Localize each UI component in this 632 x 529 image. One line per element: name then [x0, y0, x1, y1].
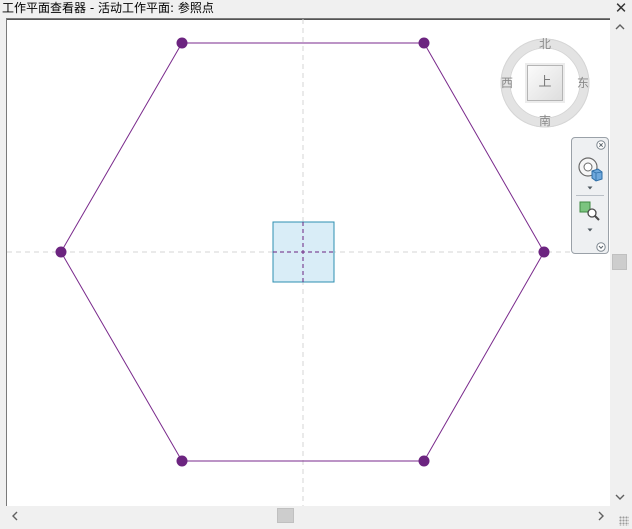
hexagon-vertex-left[interactable] [55, 246, 67, 258]
view-cube-top-face[interactable]: 上 [527, 65, 563, 101]
hexagon-vertex-top-right[interactable] [418, 37, 430, 49]
nav-bar-separator [576, 195, 604, 196]
reference-point-plane[interactable] [272, 221, 335, 283]
compass-west-label[interactable]: 西 [500, 77, 514, 90]
horizontal-scroll-thumb[interactable] [277, 508, 294, 523]
compass-east-label[interactable]: 东 [576, 77, 590, 90]
compass-south-label[interactable]: 南 [538, 115, 552, 128]
hexagon-vertex-bottom-left[interactable] [176, 455, 188, 467]
hexagon-vertex-bottom-right[interactable] [418, 455, 430, 467]
window-title: 工作平面查看器 - 活动工作平面: 参照点 [2, 1, 214, 15]
resize-grip-icon[interactable] [619, 516, 629, 526]
navigation-bar [571, 137, 609, 254]
compass-north-label[interactable]: 北 [538, 38, 552, 51]
scroll-left-arrow-icon[interactable] [6, 506, 24, 526]
title-bar: 工作平面查看器 - 活动工作平面: 参照点 ✕ [0, 0, 632, 18]
hexagon-vertex-top-left[interactable] [176, 37, 188, 49]
horizontal-scrollbar[interactable] [6, 506, 610, 526]
scroll-down-arrow-icon[interactable] [610, 488, 630, 506]
nav-bar-close-icon[interactable] [596, 140, 606, 150]
view-cube-face-label: 上 [538, 75, 552, 90]
nav-bar-options-icon[interactable] [596, 242, 606, 252]
close-button[interactable]: ✕ [613, 0, 629, 17]
view-cube[interactable]: 北 南 西 东 上 [498, 36, 592, 130]
zoom-region-icon[interactable] [579, 201, 601, 221]
scroll-up-arrow-icon[interactable] [610, 18, 630, 36]
scroll-right-arrow-icon[interactable] [592, 506, 610, 526]
steering-wheel-icon[interactable] [576, 156, 604, 182]
scrollbar-corner [610, 506, 632, 529]
steering-wheel-dropdown-icon[interactable] [586, 185, 594, 191]
hexagon-vertex-right[interactable] [538, 246, 550, 258]
vertical-scroll-thumb[interactable] [612, 254, 627, 270]
vertical-scrollbar[interactable] [610, 18, 630, 506]
zoom-dropdown-icon[interactable] [586, 227, 594, 233]
